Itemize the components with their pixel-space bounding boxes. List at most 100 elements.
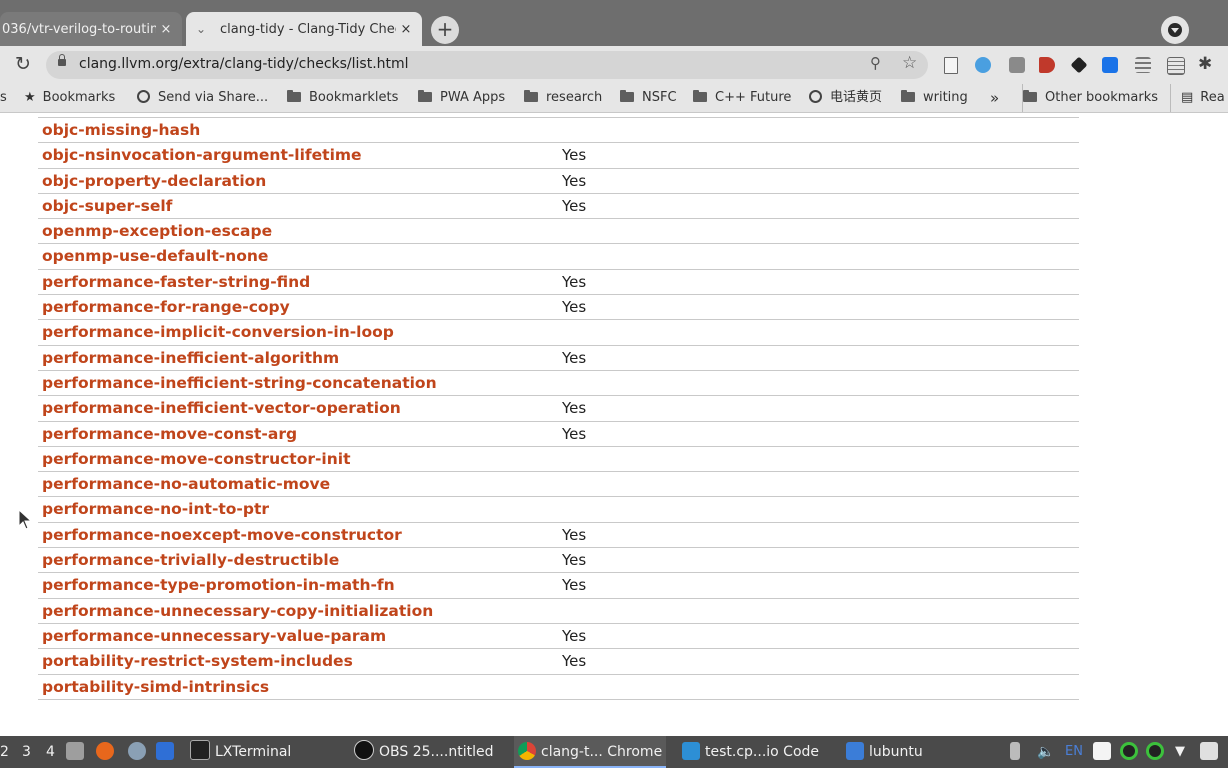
check-link[interactable]: objc-nsinvocation-argument-lifetime xyxy=(42,146,362,164)
task-obs[interactable]: OBS 25....ntitled xyxy=(354,736,493,768)
checks-table: objc-missing-hash objc-nsinvocation-argum… xyxy=(38,117,1079,700)
desktop-launcher-icon[interactable] xyxy=(156,736,179,768)
zoom-icon[interactable]: ⚲ xyxy=(870,54,881,72)
megaphone-icon[interactable] xyxy=(1039,57,1055,73)
globe-icon xyxy=(137,90,150,103)
power-icon[interactable] xyxy=(1200,736,1223,768)
workspace-3[interactable]: 3 xyxy=(22,736,31,768)
layers-icon[interactable] xyxy=(1070,56,1088,74)
file-manager-launcher-icon[interactable] xyxy=(66,736,89,768)
offers-fixes-cell: Yes xyxy=(562,399,587,418)
bookmark-folder-nsfc[interactable]: NSFC xyxy=(620,84,677,112)
check-link[interactable]: performance-unnecessary-copy-initializat… xyxy=(42,602,433,620)
firefox-launcher-icon[interactable] xyxy=(96,736,119,768)
check-link[interactable]: portability-simd-intrinsics xyxy=(42,678,269,696)
check-link[interactable]: performance-inefficient-vector-operation xyxy=(42,399,401,417)
check-link[interactable]: performance-move-constructor-init xyxy=(42,450,351,468)
table-row: performance-inefficient-algorithm Yes xyxy=(38,346,1079,371)
translate-icon[interactable] xyxy=(1009,57,1025,73)
tiktok-icon[interactable] xyxy=(1102,57,1118,73)
reading-list-button[interactable]: ▤ Rea xyxy=(1170,84,1225,112)
check-link[interactable]: performance-move-const-arg xyxy=(42,425,297,443)
address-bar[interactable]: clang.llvm.org/extra/clang-tidy/checks/l… xyxy=(46,51,928,79)
puzzle-icon[interactable]: ✱ xyxy=(1198,54,1212,74)
check-link[interactable]: portability-restrict-system-includes xyxy=(42,652,353,670)
page-icon[interactable] xyxy=(944,57,958,74)
table-row: performance-inefficient-vector-operation… xyxy=(38,396,1079,422)
check-link[interactable]: performance-no-automatic-move xyxy=(42,475,330,493)
bookmarks-overflow-button[interactable]: » xyxy=(990,84,999,112)
bookmark-folder-other[interactable]: Other bookmarks xyxy=(1022,84,1158,112)
reading-list-icon: ▤ xyxy=(1181,90,1194,105)
reload-icon[interactable]: ↻ xyxy=(12,53,34,75)
tab-title: clang-tidy - Clang-Tidy Checks xyxy=(220,21,396,37)
reader-icon[interactable] xyxy=(1167,57,1185,75)
bookmark-folder-cpp-future[interactable]: C++ Future xyxy=(693,84,791,112)
url-text[interactable]: clang.llvm.org/extra/clang-tidy/checks/l… xyxy=(79,56,409,72)
tab-vtr[interactable]: 036/vtr-verilog-to-routing × xyxy=(0,12,182,46)
check-link[interactable]: performance-trivially-destructible xyxy=(42,551,339,569)
check-link[interactable]: objc-property-declaration xyxy=(42,172,266,190)
workspace-4[interactable]: 4 xyxy=(46,736,55,768)
check-link[interactable]: objc-super-self xyxy=(42,197,172,215)
table-row: performance-trivially-destructible Yes xyxy=(38,548,1079,574)
close-icon[interactable]: × xyxy=(396,22,416,37)
bookmark-phone-book[interactable]: 电话黄页 xyxy=(809,84,882,112)
battery-icon[interactable] xyxy=(1010,736,1025,768)
task-vscode[interactable]: test.cp...io Code xyxy=(682,736,819,768)
offers-fixes-cell: Yes xyxy=(562,525,587,544)
offers-fixes-cell: Yes xyxy=(562,626,587,645)
menu-lines-icon[interactable] xyxy=(1135,57,1151,73)
check-link[interactable]: performance-inefficient-string-concatena… xyxy=(42,374,437,392)
taskbar: 2 3 4 LXTerminal OBS 25....ntitled clang… xyxy=(0,736,1228,768)
offers-fixes-cell: Yes xyxy=(562,652,587,671)
volume-icon[interactable]: 🔈 xyxy=(1037,736,1054,768)
check-link[interactable]: performance-inefficient-algorithm xyxy=(42,349,339,367)
offers-fixes-cell: Yes xyxy=(562,146,587,165)
table-row: portability-simd-intrinsics xyxy=(38,675,1079,700)
tray-green-circle-icon[interactable] xyxy=(1146,736,1169,768)
check-link[interactable]: performance-type-promotion-in-math-fn xyxy=(42,576,395,594)
task-lubuntu[interactable]: lubuntu xyxy=(846,736,923,768)
check-link[interactable]: performance-for-range-copy xyxy=(42,298,290,316)
bookmark-folder-writing[interactable]: writing xyxy=(901,84,968,112)
close-icon[interactable]: × xyxy=(156,22,176,37)
clipboard-icon[interactable] xyxy=(1093,736,1116,768)
star-icon: ★ xyxy=(24,90,36,105)
check-link[interactable]: performance-noexcept-move-constructor xyxy=(42,526,402,544)
table-row: portability-restrict-system-includes Yes xyxy=(38,649,1079,675)
check-link[interactable]: openmp-exception-escape xyxy=(42,222,272,240)
network-icon[interactable]: ▼ xyxy=(1175,736,1185,768)
check-link[interactable]: performance-faster-string-find xyxy=(42,273,310,291)
extension-blue-icon[interactable] xyxy=(975,57,991,73)
check-link[interactable]: performance-implicit-conversion-in-loop xyxy=(42,323,394,341)
tray-green-circle-icon[interactable] xyxy=(1120,736,1143,768)
table-row: performance-inefficient-string-concatena… xyxy=(38,371,1079,397)
tab-title: 036/vtr-verilog-to-routing xyxy=(2,21,156,37)
offers-fixes-cell: Yes xyxy=(562,348,587,367)
bookmark-truncated[interactable]: s xyxy=(0,84,7,112)
keyboard-layout-indicator[interactable]: EN xyxy=(1065,736,1083,768)
bookmark-send-via-share[interactable]: Send via Share... xyxy=(137,84,268,112)
bookmark-bookmarks[interactable]: ★ Bookmarks xyxy=(24,84,115,112)
offers-fixes-cell: Yes xyxy=(562,171,587,190)
task-lxterminal[interactable]: LXTerminal xyxy=(190,736,291,768)
bookmark-folder-bookmarklets[interactable]: Bookmarklets xyxy=(287,84,398,112)
settings-launcher-icon[interactable] xyxy=(128,736,151,768)
tab-clang-tidy[interactable]: ⌄ clang-tidy - Clang-Tidy Checks × xyxy=(186,12,422,46)
folder-icon xyxy=(693,90,707,102)
folder-icon xyxy=(901,90,915,102)
check-link[interactable]: objc-missing-hash xyxy=(42,121,200,139)
mouse-cursor-icon xyxy=(18,509,32,530)
terminal-icon xyxy=(190,740,210,760)
bookmark-folder-pwa-apps[interactable]: PWA Apps xyxy=(418,84,505,112)
check-link[interactable]: performance-no-int-to-ptr xyxy=(42,500,269,518)
bookmark-folder-research[interactable]: research xyxy=(524,84,602,112)
bookmark-star-icon[interactable]: ☆ xyxy=(902,53,917,73)
tab-search-icon[interactable] xyxy=(1161,16,1189,44)
task-chrome[interactable]: clang-t... Chrome xyxy=(514,736,667,768)
check-link[interactable]: openmp-use-default-none xyxy=(42,247,268,265)
check-link[interactable]: performance-unnecessary-value-param xyxy=(42,627,386,645)
new-tab-button[interactable]: + xyxy=(431,16,459,44)
workspace-2[interactable]: 2 xyxy=(0,736,9,768)
